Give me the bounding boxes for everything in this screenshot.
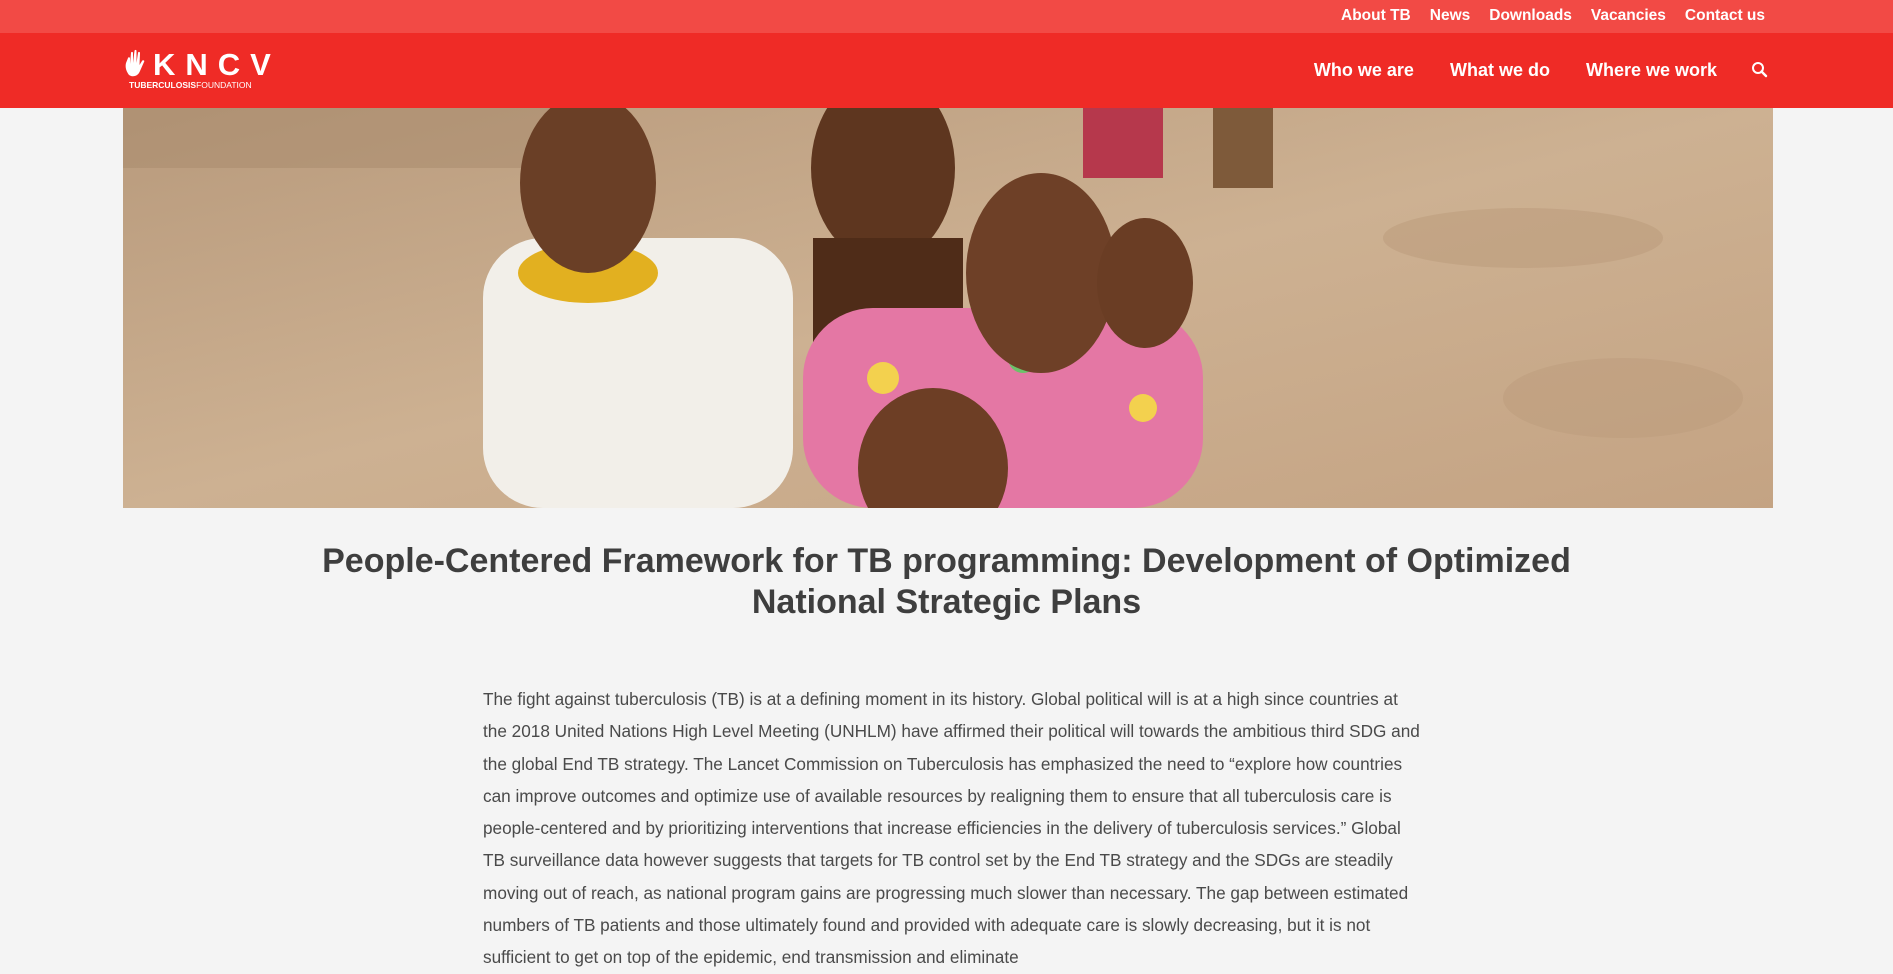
hero-photo-children <box>123 108 1773 508</box>
article-title: People-Centered Framework for TB program… <box>322 542 1571 621</box>
logo-wordmark: KNCV <box>153 47 281 82</box>
kncv-logo[interactable]: KNCV TUBERCULOSISFOUNDATION <box>123 47 283 95</box>
utility-link-vacancies[interactable]: Vacancies <box>1591 7 1666 25</box>
search-icon[interactable] <box>1750 60 1770 80</box>
main-nav: Who we are What we do Where we work <box>1278 60 1717 81</box>
article-paragraph: The fight against tuberculosis (TB) is a… <box>483 689 1420 968</box>
nav-item-what-we-do[interactable]: What we do <box>1450 60 1550 81</box>
hand-logo-icon <box>125 49 145 77</box>
nav-item-where-we-work[interactable]: Where we work <box>1586 60 1717 81</box>
utility-link-news[interactable]: News <box>1430 7 1471 25</box>
nav-item-who-we-are[interactable]: Who we are <box>1314 60 1414 81</box>
utility-link-contact-us[interactable]: Contact us <box>1685 7 1765 25</box>
hero-image <box>123 108 1773 508</box>
logo-tagline: TUBERCULOSISFOUNDATION <box>129 80 252 90</box>
utility-nav: About TB News Downloads Vacancies Contac… <box>1322 7 1765 25</box>
utility-link-about-tb[interactable]: About TB <box>1341 7 1411 25</box>
utility-bar: About TB News Downloads Vacancies Contac… <box>0 0 1893 33</box>
main-header: KNCV TUBERCULOSISFOUNDATION Who we are W… <box>0 33 1893 108</box>
utility-link-downloads[interactable]: Downloads <box>1489 7 1572 25</box>
